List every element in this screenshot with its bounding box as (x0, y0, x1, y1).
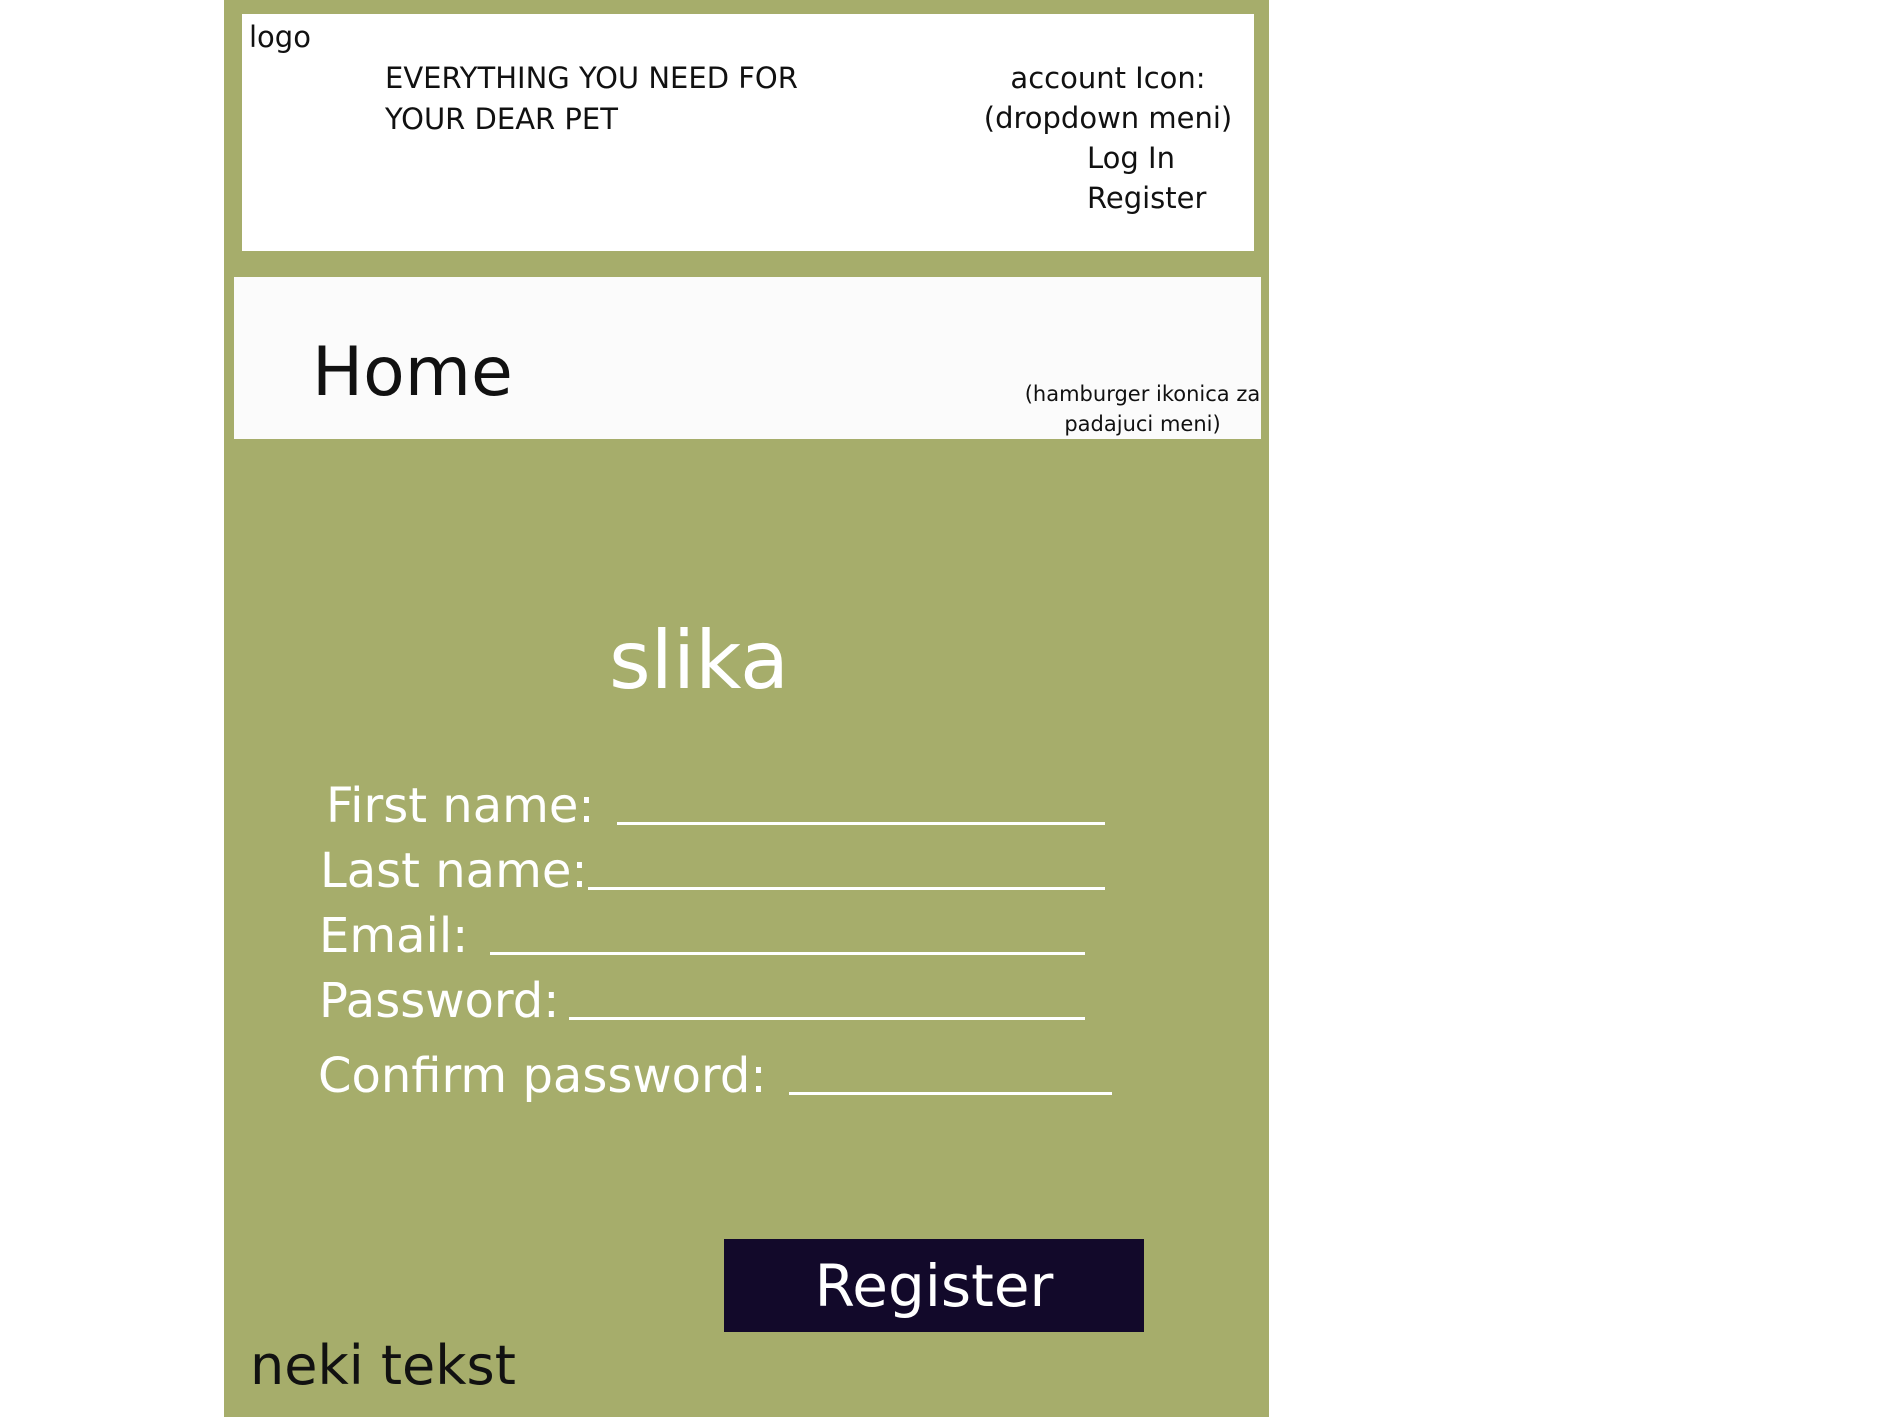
password-label: Password: (319, 973, 560, 1029)
register-link[interactable]: Register (1087, 178, 1206, 218)
nav-bar: Home (hamburger ikonica za padajuci meni… (234, 277, 1261, 439)
password-field[interactable] (569, 1017, 1086, 1020)
main-panel: logo EVERYTHING YOU NEED FOR YOUR DEAR P… (224, 0, 1269, 1417)
account-icon-label[interactable]: account Icon: (972, 58, 1244, 98)
logo[interactable]: logo (249, 20, 311, 54)
confirm-password-row: Confirm password: (318, 1042, 1112, 1104)
confirm-password-label: Confirm password: (318, 1048, 767, 1104)
email-row: Email: (319, 902, 1086, 964)
account-dropdown-label: (dropdown meni) (983, 101, 1233, 135)
hamburger-label-line-2: padajuci meni) (1064, 412, 1221, 436)
register-button[interactable]: Register (724, 1239, 1144, 1332)
footer-text: neki tekst (250, 1334, 516, 1397)
email-label: Email: (319, 908, 469, 964)
confirm-password-field[interactable] (788, 1092, 1112, 1095)
page-canvas: logo EVERYTHING YOU NEED FOR YOUR DEAR P… (0, 0, 1890, 1417)
image-placeholder: slika (608, 614, 790, 707)
tagline: EVERYTHING YOU NEED FOR YOUR DEAR PET (385, 58, 825, 140)
email-field[interactable] (490, 952, 1086, 955)
header: logo EVERYTHING YOU NEED FOR YOUR DEAR P… (242, 14, 1254, 251)
password-row: Password: (319, 967, 1086, 1029)
account-links: Log In Register (1087, 138, 1206, 218)
first-name-field[interactable] (616, 822, 1105, 825)
nav-home-link[interactable]: Home (312, 333, 513, 412)
last-name-label: Last name: (320, 843, 588, 899)
tagline-line-2: YOUR DEAR PET (385, 102, 618, 136)
first-name-row: First name: (326, 772, 1105, 834)
first-name-label: First name: (326, 778, 595, 834)
last-name-row: Last name: (320, 837, 1105, 899)
hamburger-label-line-1: (hamburger ikonica za (1024, 382, 1261, 406)
last-name-field[interactable] (587, 887, 1105, 890)
tagline-line-1: EVERYTHING YOU NEED FOR (385, 61, 798, 95)
account-menu[interactable]: account Icon: (dropdown meni) (972, 58, 1244, 138)
hamburger-menu-placeholder[interactable]: (hamburger ikonica za padajuci meni) (1020, 379, 1265, 439)
login-link[interactable]: Log In (1087, 138, 1206, 178)
